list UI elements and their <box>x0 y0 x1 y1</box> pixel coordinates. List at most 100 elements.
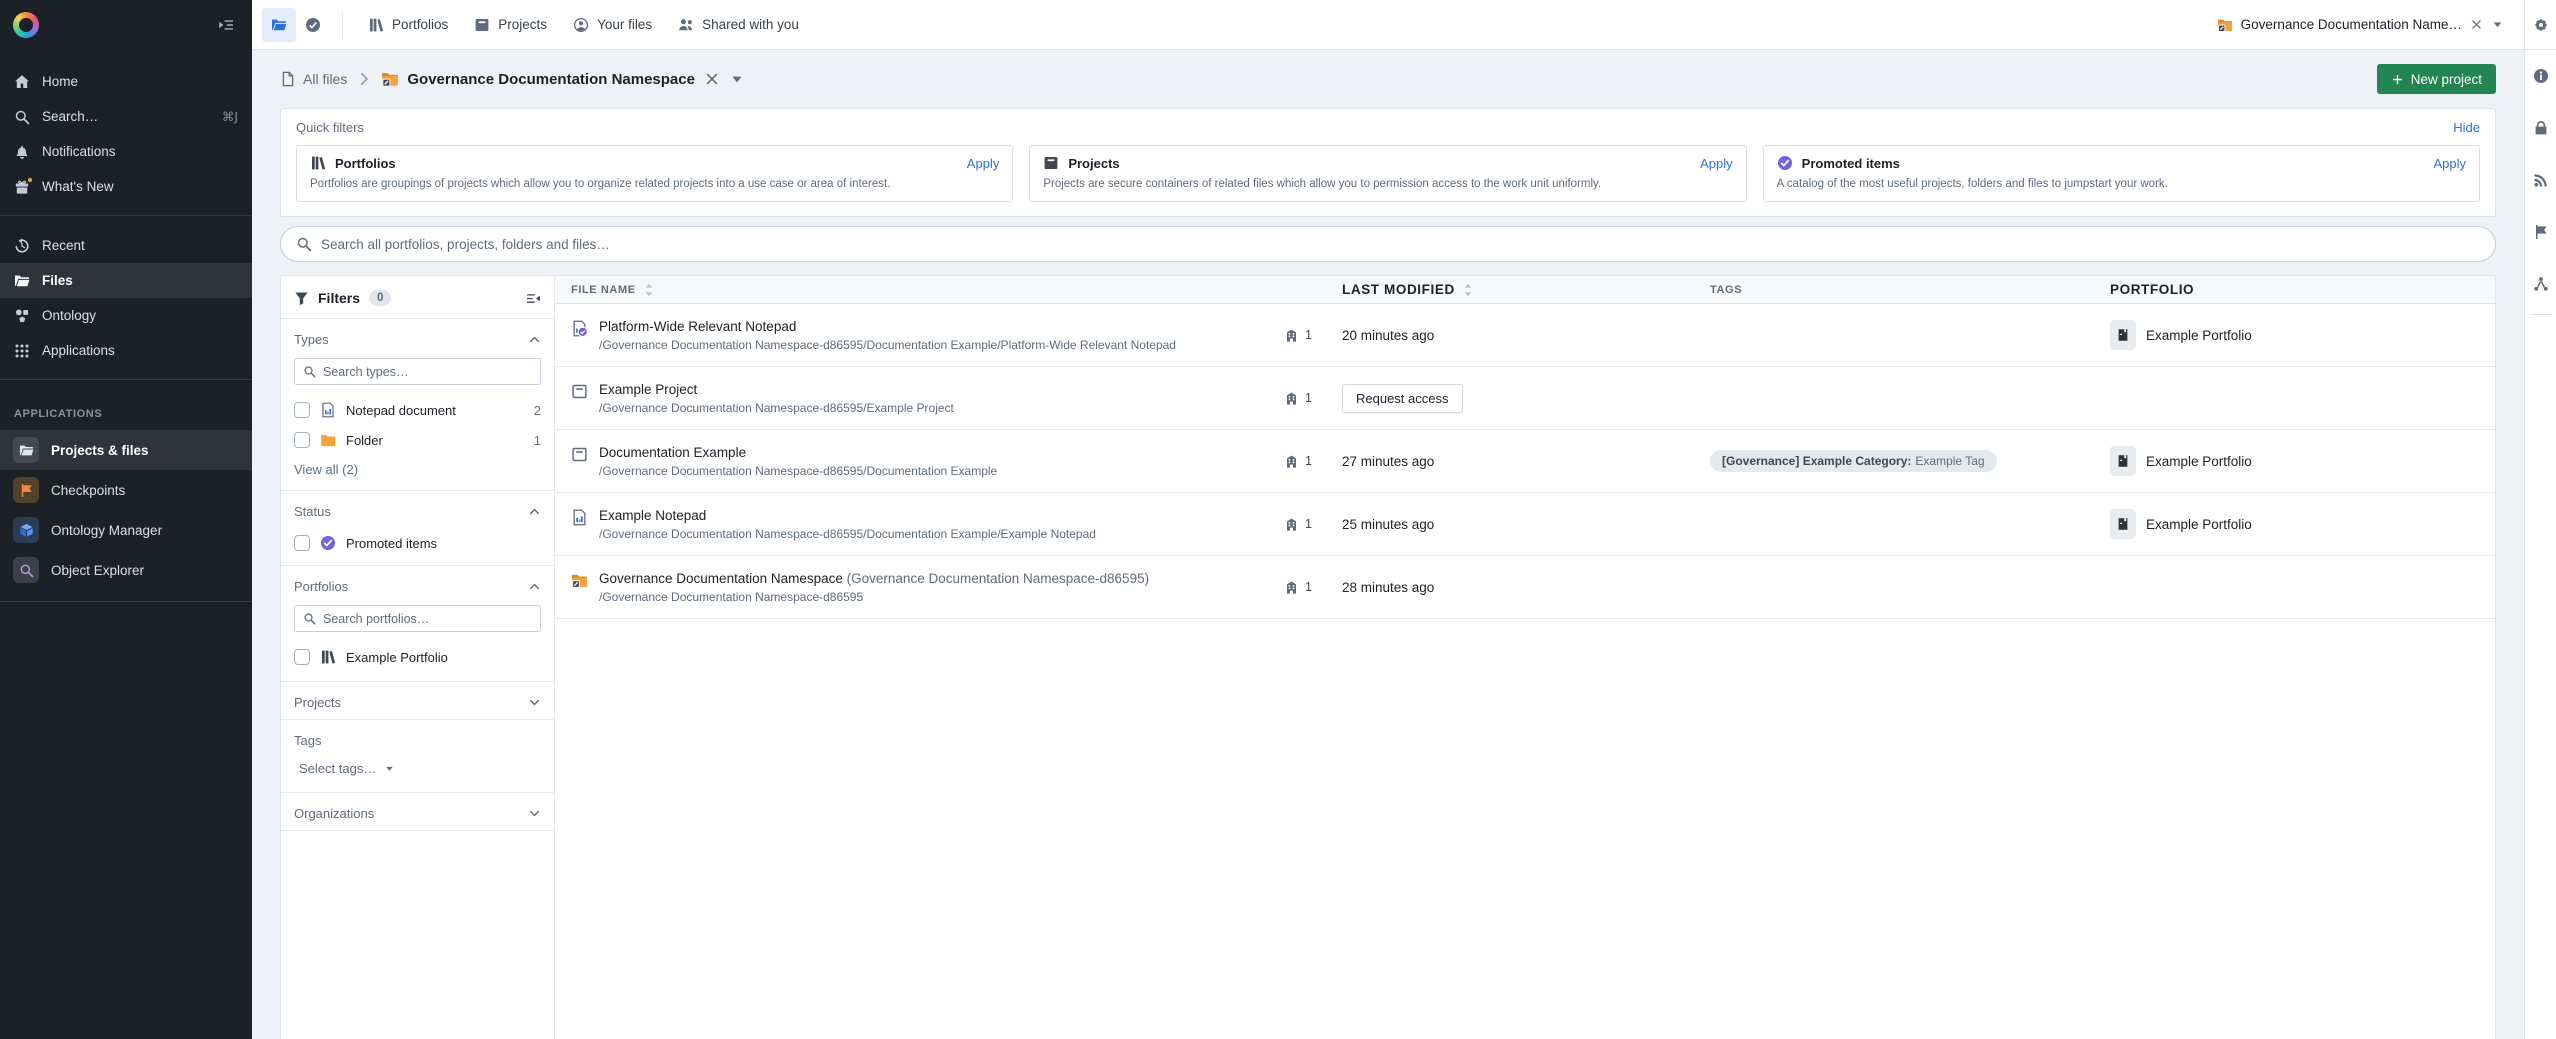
sidebar-item-recent[interactable]: Recent <box>0 228 252 263</box>
new-project-button[interactable]: New project <box>2377 64 2496 94</box>
apply-link[interactable]: Apply <box>1700 156 1733 171</box>
clear-icon[interactable] <box>2470 18 2483 31</box>
card-title: Portfolios <box>335 156 396 171</box>
types-search[interactable] <box>294 358 541 385</box>
sidebar-collapse-icon[interactable] <box>218 17 234 33</box>
building-icon <box>1284 328 1299 343</box>
apply-link[interactable]: Apply <box>2433 156 2466 171</box>
sidebar-item-files[interactable]: Files <box>0 263 252 298</box>
quick-filter-card-portfolios[interactable]: Portfolios Apply Portfolios are grouping… <box>296 145 1013 202</box>
filter-section-types[interactable]: Types <box>281 319 554 356</box>
filter-section-projects[interactable]: Projects <box>281 682 554 719</box>
book-icon <box>2116 517 2130 531</box>
file-name-link[interactable]: Example Project <box>599 382 954 397</box>
sidebar-item-label: Home <box>42 74 78 89</box>
lock-icon <box>2533 120 2549 136</box>
request-access-button[interactable]: Request access <box>1342 384 1463 413</box>
filter-option-folder[interactable]: Folder 1 <box>281 425 554 455</box>
close-icon[interactable] <box>704 71 720 87</box>
approvals-button[interactable] <box>296 8 330 42</box>
portfolio-link[interactable]: Example Portfolio <box>2110 446 2495 476</box>
checkbox[interactable] <box>294 649 310 665</box>
global-search-bar[interactable] <box>280 226 2496 262</box>
chevron-up-icon <box>528 505 541 518</box>
foundry-logo-icon[interactable] <box>13 12 39 38</box>
view-all-link[interactable]: View all (2) <box>281 455 554 490</box>
namespace-selector[interactable]: Governance Documentation Name… <box>2217 17 2510 33</box>
sidebar: Home Search… ⌘J Notifications What's New… <box>0 0 252 1039</box>
table-row[interactable]: Example Notepad /Governance Documentatio… <box>555 493 2495 556</box>
portfolios-search[interactable] <box>294 605 541 632</box>
checkbox[interactable] <box>294 402 310 418</box>
breadcrumb-current[interactable]: Governance Documentation Namespace <box>381 70 695 88</box>
filter-section-organizations[interactable]: Organizations <box>281 793 554 830</box>
table-row[interactable]: Platform-Wide Relevant Notepad /Governan… <box>555 304 2495 367</box>
portfolio-link[interactable]: Example Portfolio <box>2110 509 2495 539</box>
column-header-last-modified[interactable]: LAST MODIFIED <box>1342 282 1710 298</box>
quick-filter-card-projects[interactable]: Projects Apply Projects are secure conta… <box>1029 145 1746 202</box>
lineage-rail-button[interactable] <box>2525 258 2556 310</box>
tab-portfolios[interactable]: Portfolios <box>355 0 461 50</box>
sidebar-item-notifications[interactable]: Notifications <box>0 134 252 169</box>
caret-down-icon[interactable] <box>2491 18 2504 31</box>
portfolio-tile <box>2110 320 2136 350</box>
sidebar-item-home[interactable]: Home <box>0 64 252 99</box>
filter-option-promoted-items[interactable]: Promoted items <box>281 528 554 565</box>
file-name-link[interactable]: Documentation Example <box>599 445 997 460</box>
checkbox[interactable] <box>294 535 310 551</box>
sort-icon[interactable] <box>641 282 657 298</box>
security-rail-button[interactable] <box>2525 102 2556 154</box>
file-name-link[interactable]: Governance Documentation Namespace (Gove… <box>599 571 1149 586</box>
gear-icon[interactable] <box>2533 17 2549 33</box>
checkbox[interactable] <box>294 432 310 448</box>
tab-shared-with-you[interactable]: Shared with you <box>665 0 812 50</box>
promoted-badge-icon <box>1777 155 1793 171</box>
tab-your-files[interactable]: Your files <box>560 0 665 50</box>
table-row[interactable]: Example Project /Governance Documentatio… <box>555 367 2495 430</box>
sidebar-app-checkpoints[interactable]: Checkpoints <box>0 470 252 510</box>
search-input[interactable] <box>321 237 2480 252</box>
bookshelf-icon <box>320 649 336 665</box>
quick-filter-card-promoted[interactable]: Promoted items Apply A catalog of the mo… <box>1763 145 2480 202</box>
hide-quick-filters-link[interactable]: Hide <box>2453 120 2480 135</box>
sidebar-item-search[interactable]: Search… ⌘J <box>0 99 252 134</box>
building-icon <box>1284 454 1299 469</box>
filter-option-notepad-document[interactable]: Notepad document 2 <box>281 395 554 425</box>
building-icon <box>1284 580 1299 595</box>
sidebar-app-ontology-manager[interactable]: Ontology Manager <box>0 510 252 550</box>
sidebar-item-applications[interactable]: Applications <box>0 333 252 368</box>
types-search-input[interactable] <box>323 365 532 379</box>
files-view-button[interactable] <box>262 8 296 42</box>
table-row[interactable]: Documentation Example /Governance Docume… <box>555 430 2495 493</box>
namespace-folder-icon <box>571 572 588 589</box>
file-path: /Governance Documentation Namespace-d865… <box>599 590 1149 604</box>
activity-rail-button[interactable] <box>2525 154 2556 206</box>
caret-down-icon[interactable] <box>729 71 745 87</box>
sidebar-item-whats-new[interactable]: What's New <box>0 169 252 204</box>
chevron-up-icon <box>528 580 541 593</box>
file-name-link[interactable]: Example Notepad <box>599 508 1096 523</box>
filter-section-portfolios[interactable]: Portfolios <box>281 566 554 603</box>
select-tags-dropdown[interactable]: Select tags… <box>281 752 554 792</box>
search-icon <box>303 612 316 625</box>
sidebar-app-projects-files[interactable]: Projects & files <box>0 430 252 470</box>
table-header-row: FILE NAME LAST MODIFIED TAGS PORTFOLIO <box>555 276 2495 304</box>
table-row[interactable]: Governance Documentation Namespace (Gove… <box>555 556 2495 619</box>
filter-option-example-portfolio[interactable]: Example Portfolio <box>281 642 554 681</box>
filter-section-status[interactable]: Status <box>281 491 554 528</box>
sidebar-app-object-explorer[interactable]: Object Explorer <box>0 550 252 590</box>
column-header-file-name[interactable]: FILE NAME <box>555 282 1284 298</box>
file-name-link[interactable]: Platform-Wide Relevant Notepad <box>599 319 1176 334</box>
tab-projects[interactable]: Projects <box>461 0 560 50</box>
breadcrumb-all-files[interactable]: All files <box>280 71 347 87</box>
portfolios-search-input[interactable] <box>323 612 532 626</box>
sort-icon[interactable] <box>1460 282 1476 298</box>
collapse-filters-icon[interactable] <box>526 291 541 306</box>
info-rail-button[interactable] <box>2525 50 2556 102</box>
checkpoints-rail-button[interactable] <box>2525 206 2556 258</box>
sidebar-item-ontology[interactable]: Ontology <box>0 298 252 333</box>
portfolio-link[interactable]: Example Portfolio <box>2110 320 2495 350</box>
tag-pill[interactable]: [Governance] Example Category: Example T… <box>1710 450 1997 472</box>
bell-icon <box>14 144 30 160</box>
apply-link[interactable]: Apply <box>967 156 1000 171</box>
